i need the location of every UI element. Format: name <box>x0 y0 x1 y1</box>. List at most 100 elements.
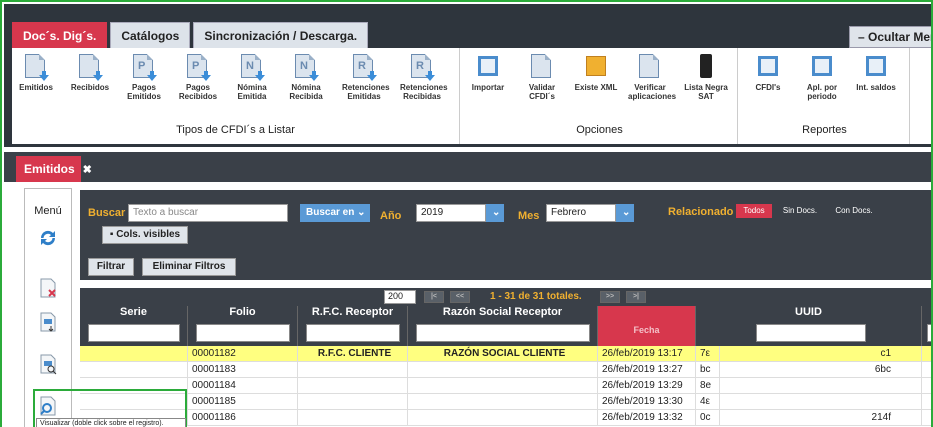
cell-rfc <box>298 394 408 410</box>
xml-icon <box>585 54 607 80</box>
document-p-icon: P <box>133 54 157 81</box>
extra-filter-input[interactable] <box>927 324 931 342</box>
first-page-button[interactable]: |< <box>424 291 444 303</box>
page-size-select[interactable]: 200 <box>384 290 416 304</box>
col-header-folio-label: Folio <box>229 306 256 318</box>
nomina-recibida-button[interactable]: N Nómina Recibida <box>284 54 328 114</box>
table-row[interactable]: 00001183 26/feb/2019 13:27 bc 6bc <box>80 362 931 378</box>
recibidos-button[interactable]: Recibidos <box>68 54 112 114</box>
related-todos[interactable]: Todos <box>736 204 772 218</box>
cell-uuid-start: 4ε <box>696 394 720 410</box>
close-icon[interactable]: ✖ <box>83 164 92 176</box>
year-field[interactable]: 2019 <box>416 204 486 222</box>
pager-bar: 200 |< << 1 - 31 de 31 totales. >> >| <box>80 288 931 306</box>
search-in-dropdown[interactable]: Buscar en ⌄ <box>300 204 370 222</box>
cell-uuid-start: 7ε <box>696 346 720 362</box>
uuid-filter-input[interactable] <box>756 324 866 342</box>
hide-menu-button[interactable]: – Ocultar Menú <box>849 26 931 48</box>
validate-document-icon <box>531 54 553 80</box>
col-header-rfc[interactable]: R.F.C. Receptor <box>298 306 408 346</box>
pagos-recibidos-button[interactable]: P Pagos Recibidos <box>176 54 220 114</box>
report-icon <box>757 54 779 80</box>
cfdis-report-button[interactable]: CFDI's <box>746 54 790 114</box>
tab-emitidos[interactable]: Emitidos ✖ <box>16 156 92 182</box>
tab-docs-digs[interactable]: Doc´s. Dig´s. <box>12 22 108 48</box>
filtrar-button[interactable]: Filtrar <box>88 258 134 276</box>
tooltip: Visualizar (doble click sobre el registr… <box>36 418 186 427</box>
delete-document-icon[interactable] <box>37 277 59 299</box>
year-label: Año <box>380 210 402 222</box>
folio-filter-input[interactable] <box>196 324 290 342</box>
next-page-button[interactable]: >> <box>600 291 620 303</box>
report-icon <box>811 54 833 80</box>
related-label: Relacionado <box>668 206 734 218</box>
blacklist-icon <box>695 54 717 80</box>
table-row[interactable]: 00001186 26/feb/2019 13:32 0c 214f <box>80 410 931 426</box>
nomina-emitida-button[interactable]: N Nómina Emitida <box>230 54 274 114</box>
report-icon <box>865 54 887 80</box>
cell-rfc: R.F.C. CLIENTE <box>298 346 408 362</box>
serie-filter-input[interactable] <box>88 324 180 342</box>
eliminar-filtros-button[interactable]: Eliminar Filtros <box>142 258 236 276</box>
month-dropdown[interactable]: ⌄ <box>616 204 634 222</box>
col-header-fecha-label: Fecha <box>633 325 660 335</box>
refresh-icon[interactable] <box>37 227 59 249</box>
col-header-folio[interactable]: Folio <box>188 306 298 346</box>
table-row[interactable]: 00001184 26/feb/2019 13:29 8e <box>80 378 931 394</box>
int-saldos-button[interactable]: Int. saldos <box>854 54 898 114</box>
col-header-rfc-label: R.F.C. Receptor <box>311 306 394 318</box>
table-row[interactable]: 00001182 R.F.C. CLIENTE RAZÓN SOCIAL CLI… <box>80 346 931 362</box>
tab-emitidos-label: Emitidos <box>24 162 75 176</box>
cell-razon-social: RAZÓN SOCIAL CLIENTE <box>408 346 598 362</box>
cell-fecha: 26/feb/2019 13:27 <box>598 362 696 378</box>
top-tabs: Doc´s. Dig´s. Catálogos Sincronización /… <box>12 22 369 48</box>
lista-negra-sat-button[interactable]: Lista Negra SAT <box>684 54 728 114</box>
validar-cfdis-button[interactable]: Validar CFDI´s <box>520 54 564 114</box>
col-header-extra[interactable] <box>922 306 931 346</box>
apl-por-periodo-button[interactable]: Apl. por periodo <box>800 54 844 114</box>
group-label-opciones: Opciones <box>576 124 623 136</box>
cols-visible-button[interactable]: ▪ Cols. visibles <box>102 226 188 244</box>
retenciones-recibidas-button[interactable]: R Retenciones Recibidas <box>400 54 448 114</box>
filter-panel: Buscar Texto a buscar Buscar en ⌄ Año 20… <box>80 190 931 280</box>
verificar-aplicaciones-button[interactable]: Verificar aplicaciones <box>628 54 676 114</box>
chevron-down-icon: ⌄ <box>622 207 631 218</box>
existe-xml-button[interactable]: Existe XML <box>574 54 618 114</box>
prev-page-button[interactable]: << <box>450 291 470 303</box>
cell-folio: 00001185 <box>188 394 298 410</box>
razon-social-filter-input[interactable] <box>416 324 590 342</box>
cell-rfc <box>298 378 408 394</box>
month-field[interactable]: Febrero <box>546 204 616 222</box>
tab-catalogos[interactable]: Catálogos <box>110 22 191 48</box>
search-input[interactable]: Texto a buscar <box>128 204 288 222</box>
year-dropdown[interactable]: ⌄ <box>486 204 504 222</box>
document-r-icon: R <box>353 54 377 81</box>
rfc-filter-input[interactable] <box>306 324 400 342</box>
tab-sincronizacion[interactable]: Sincronización / Descarga. <box>193 22 369 48</box>
cell-razon-social <box>408 394 598 410</box>
table-row[interactable]: 00001185 26/feb/2019 13:30 4ε <box>80 394 931 410</box>
importar-button[interactable]: Importar <box>466 54 510 114</box>
col-header-uuid[interactable]: UUID <box>696 306 922 346</box>
first-page-icon: |< <box>430 293 438 300</box>
col-header-uuid-label: UUID <box>795 306 822 318</box>
pagos-emitidos-button[interactable]: P Pagos Emitidos <box>122 54 166 114</box>
cell-rfc <box>298 410 408 426</box>
related-con-docs[interactable]: Con Docs. <box>828 204 880 218</box>
col-header-razon-social[interactable]: Razón Social Receptor <box>408 306 598 346</box>
document-n-icon: N <box>241 54 265 81</box>
pager-summary: 1 - 31 de 31 totales. <box>490 291 582 302</box>
last-page-button[interactable]: >| <box>626 291 646 303</box>
search-in-label: Buscar en <box>306 207 355 218</box>
month-label: Mes <box>518 210 540 222</box>
side-menu-title: Menú <box>34 205 62 217</box>
cell-fecha: 26/feb/2019 13:32 <box>598 410 696 426</box>
emitidos-button[interactable]: Emitidos <box>14 54 58 114</box>
retenciones-emitidas-button[interactable]: R Retenciones Emitidas <box>342 54 390 114</box>
cell-folio: 00001184 <box>188 378 298 394</box>
related-sin-docs[interactable]: Sin Docs. <box>776 204 824 218</box>
col-header-fecha[interactable]: Fecha <box>598 306 696 346</box>
col-header-serie[interactable]: Serie <box>80 306 188 346</box>
search-document-icon[interactable] <box>37 353 59 375</box>
export-document-icon[interactable] <box>37 311 59 333</box>
